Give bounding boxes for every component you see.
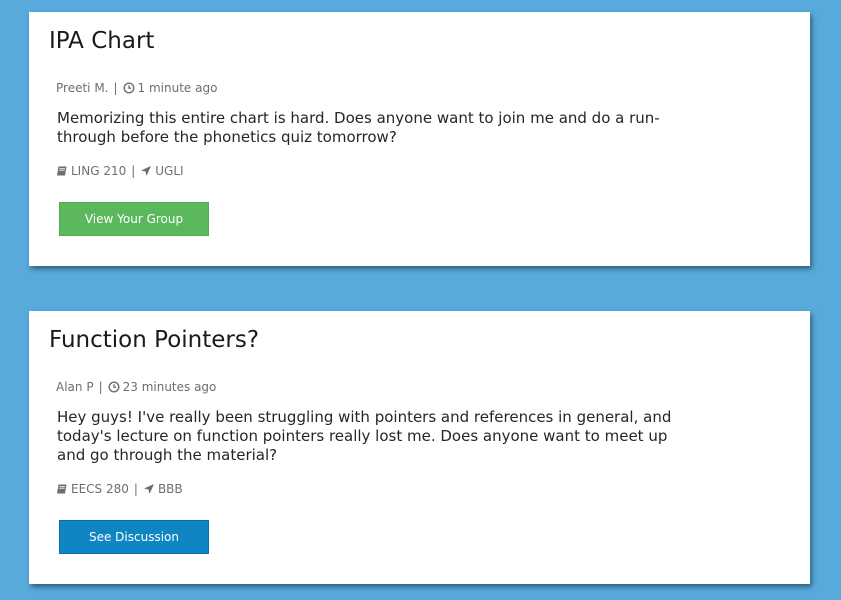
post-time: 1 minute ago — [137, 81, 218, 95]
post-author: Preeti M. — [56, 81, 109, 95]
post-card: IPA Chart Preeti M. | 1 minute ago Memor… — [29, 12, 810, 266]
post-course: LING 210 — [71, 164, 127, 178]
clock-icon — [123, 82, 135, 94]
book-icon — [56, 165, 68, 177]
location-arrow-icon — [143, 483, 155, 495]
post-card: Function Pointers? Alan P | 23 minutes a… — [29, 311, 810, 584]
post-author: Alan P — [56, 380, 94, 394]
book-icon — [56, 483, 68, 495]
post-meta: Preeti M. | 1 minute ago — [56, 81, 217, 95]
view-your-group-button[interactable]: View Your Group — [59, 202, 209, 236]
meta-separator: | — [98, 380, 103, 394]
location-arrow-icon — [140, 165, 152, 177]
clock-icon — [108, 381, 120, 393]
post-location: UGLI — [155, 164, 184, 178]
post-tags: EECS 280 | BBB — [56, 482, 183, 496]
meta-separator: | — [133, 482, 138, 496]
post-tags: LING 210 | UGLI — [56, 164, 184, 178]
post-body: Memorizing this entire chart is hard. Do… — [57, 109, 660, 146]
meta-separator: | — [131, 164, 136, 178]
post-time: 23 minutes ago — [122, 380, 217, 394]
meta-separator: | — [113, 81, 118, 95]
post-meta: Alan P | 23 minutes ago — [56, 380, 216, 394]
post-title: Function Pointers? — [49, 327, 260, 353]
see-discussion-button[interactable]: See Discussion — [59, 520, 209, 554]
post-body: Hey guys! I've really been struggling wi… — [57, 408, 672, 464]
post-course: EECS 280 — [71, 482, 129, 496]
post-title: IPA Chart — [49, 28, 155, 54]
post-location: BBB — [157, 482, 183, 496]
